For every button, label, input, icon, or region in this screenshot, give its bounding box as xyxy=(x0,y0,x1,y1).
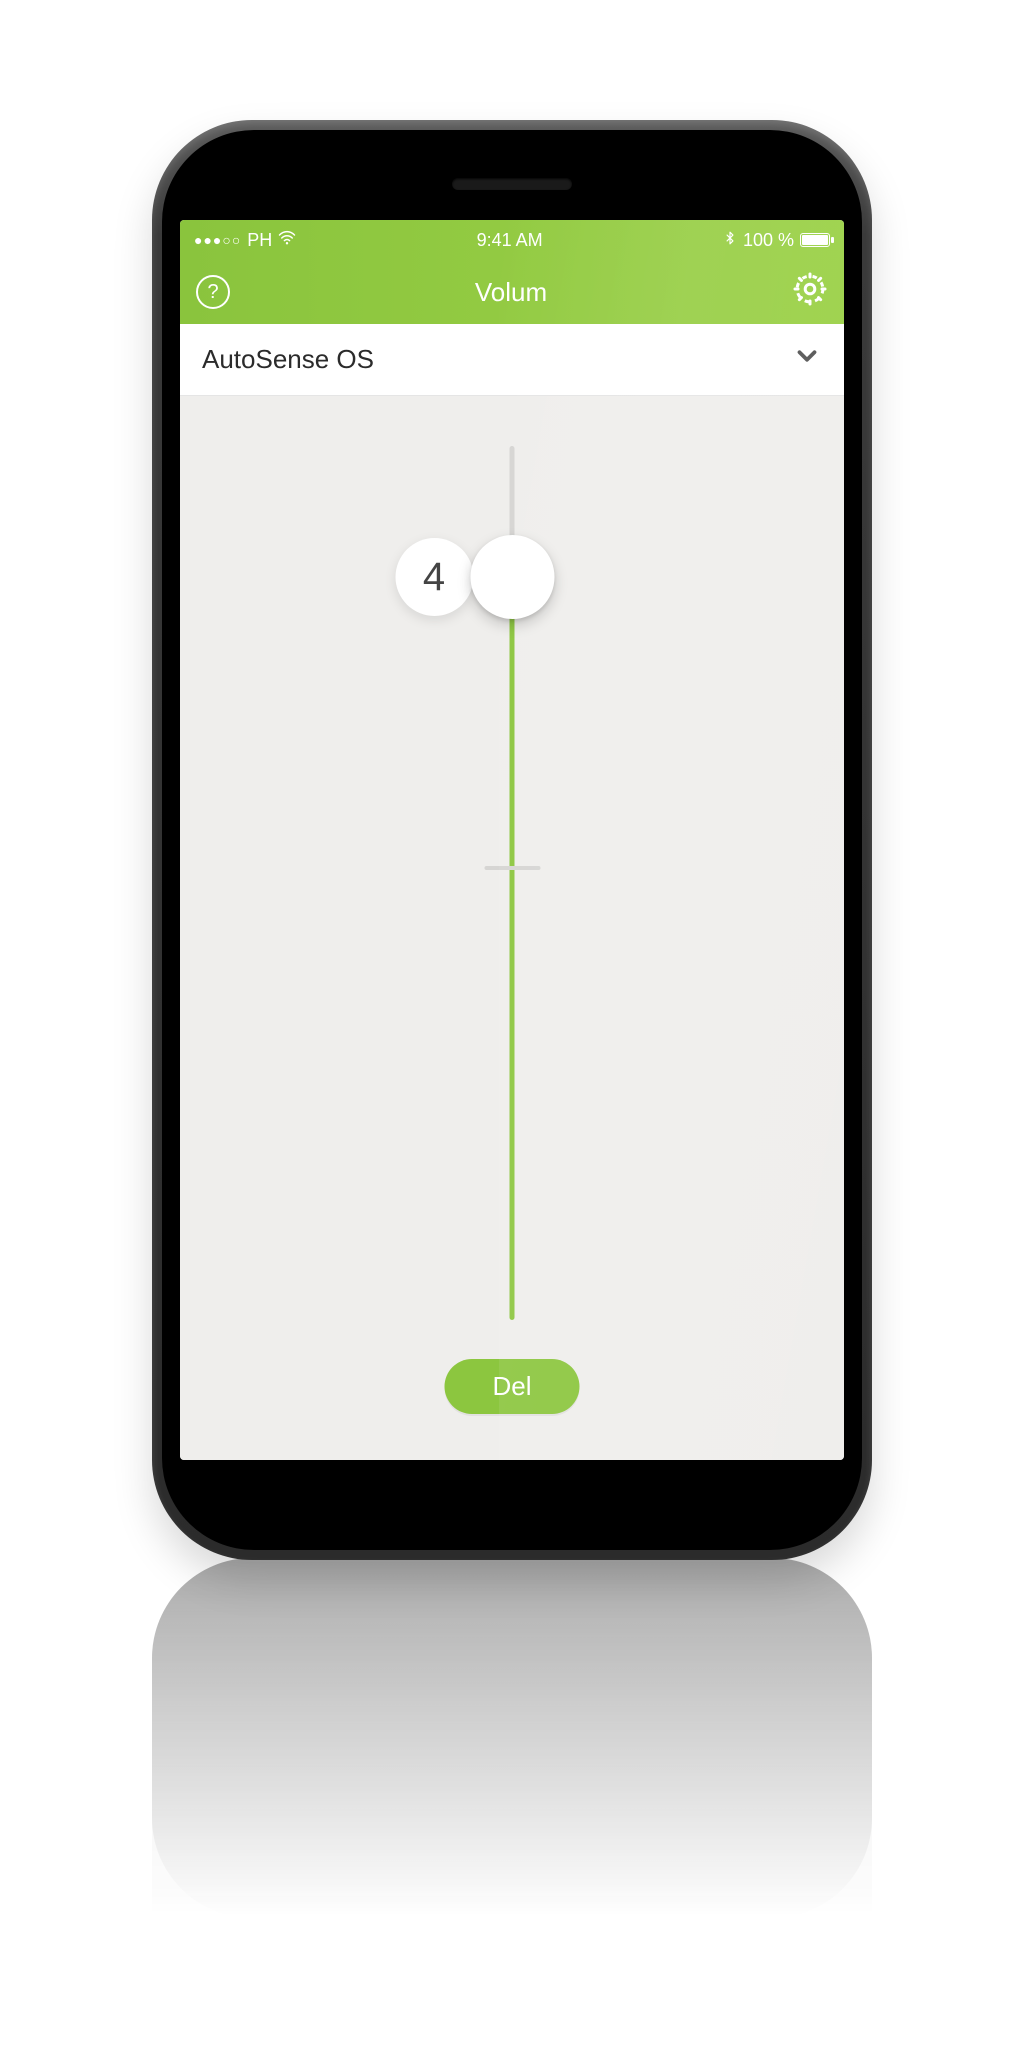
settings-button[interactable] xyxy=(792,271,828,314)
signal-dots-icon: ●●●○○ xyxy=(194,232,241,248)
slider-value-bubble: 4 xyxy=(395,538,473,616)
program-dropdown[interactable]: AutoSense OS xyxy=(180,324,844,396)
chevron-down-icon xyxy=(792,341,822,378)
program-selected-label: AutoSense OS xyxy=(202,344,374,375)
page-title: Volum xyxy=(475,277,547,308)
battery-icon xyxy=(800,233,830,247)
battery-percent: 100 % xyxy=(743,230,794,251)
phone-bezel: ●●●○○ PH 9:41 AM 100 % xyxy=(162,130,862,1550)
slider-tick-mark xyxy=(484,866,540,870)
slider-track-lower xyxy=(510,577,515,1320)
reflection xyxy=(152,1558,872,1918)
speaker-slot xyxy=(452,178,572,190)
help-button[interactable]: ? xyxy=(196,275,230,309)
del-button-label: Del xyxy=(492,1371,531,1401)
carrier-label: PH xyxy=(247,230,272,251)
phone-frame: ●●●○○ PH 9:41 AM 100 % xyxy=(152,120,872,1560)
main-content: 4 Del xyxy=(180,396,844,1460)
del-button[interactable]: Del xyxy=(444,1359,579,1414)
status-time: 9:41 AM xyxy=(477,230,543,251)
status-bar: ●●●○○ PH 9:41 AM 100 % xyxy=(180,220,844,260)
slider-thumb[interactable] xyxy=(470,535,554,619)
slider-value-label: 4 xyxy=(423,555,445,600)
volume-slider[interactable]: 4 xyxy=(510,446,515,1320)
title-bar: ? Volum xyxy=(180,260,844,324)
bluetooth-icon xyxy=(723,229,737,252)
wifi-icon xyxy=(278,229,296,252)
screen: ●●●○○ PH 9:41 AM 100 % xyxy=(180,220,844,1460)
